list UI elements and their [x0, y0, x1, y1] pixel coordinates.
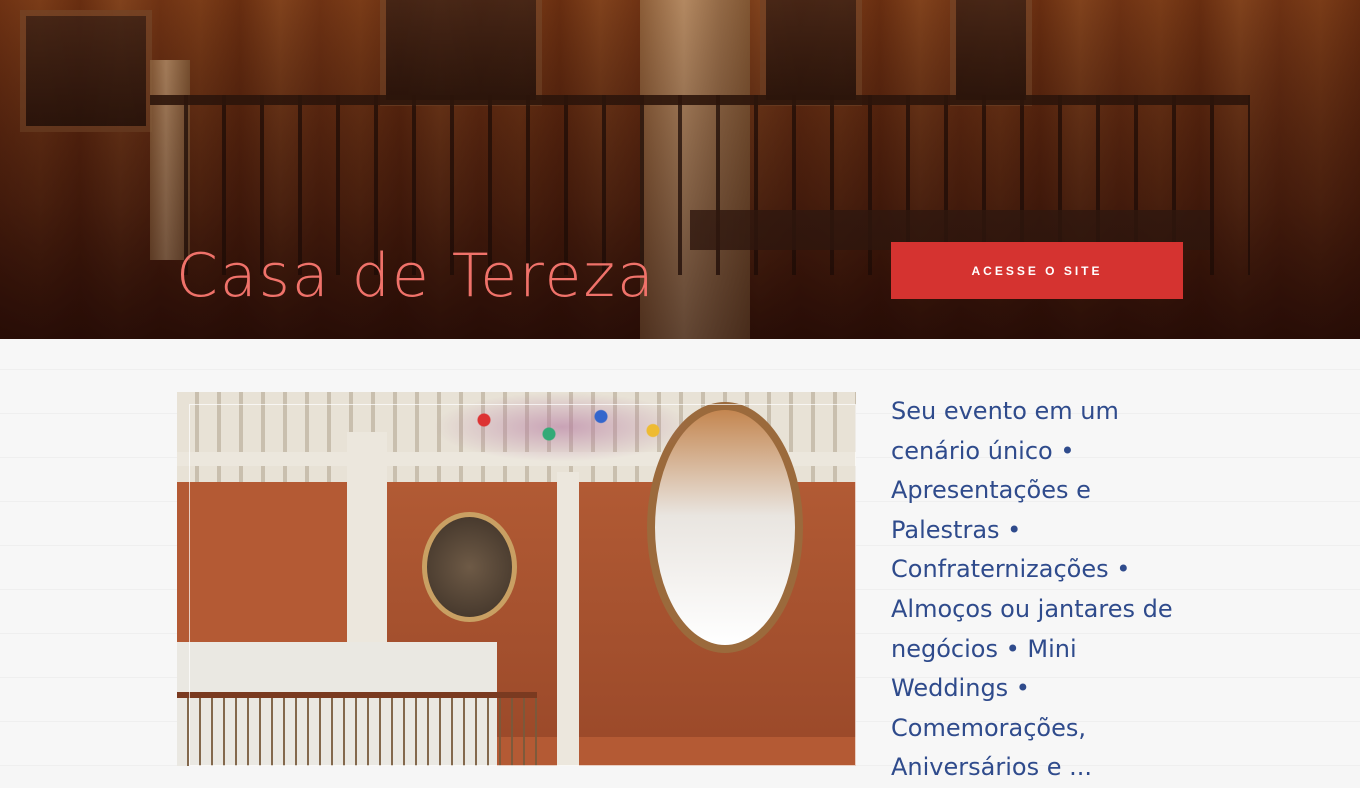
visit-site-button[interactable]: ACESSE O SITE [891, 242, 1183, 299]
event-description: Seu evento em um cenário único • Apresen… [891, 397, 1173, 782]
venue-title: Casa de Tereza [176, 241, 656, 311]
venue-photo [177, 392, 856, 766]
photo-frame [189, 404, 856, 766]
hero-banner: Casa de Tereza ACESSE O SITE [0, 0, 1360, 339]
